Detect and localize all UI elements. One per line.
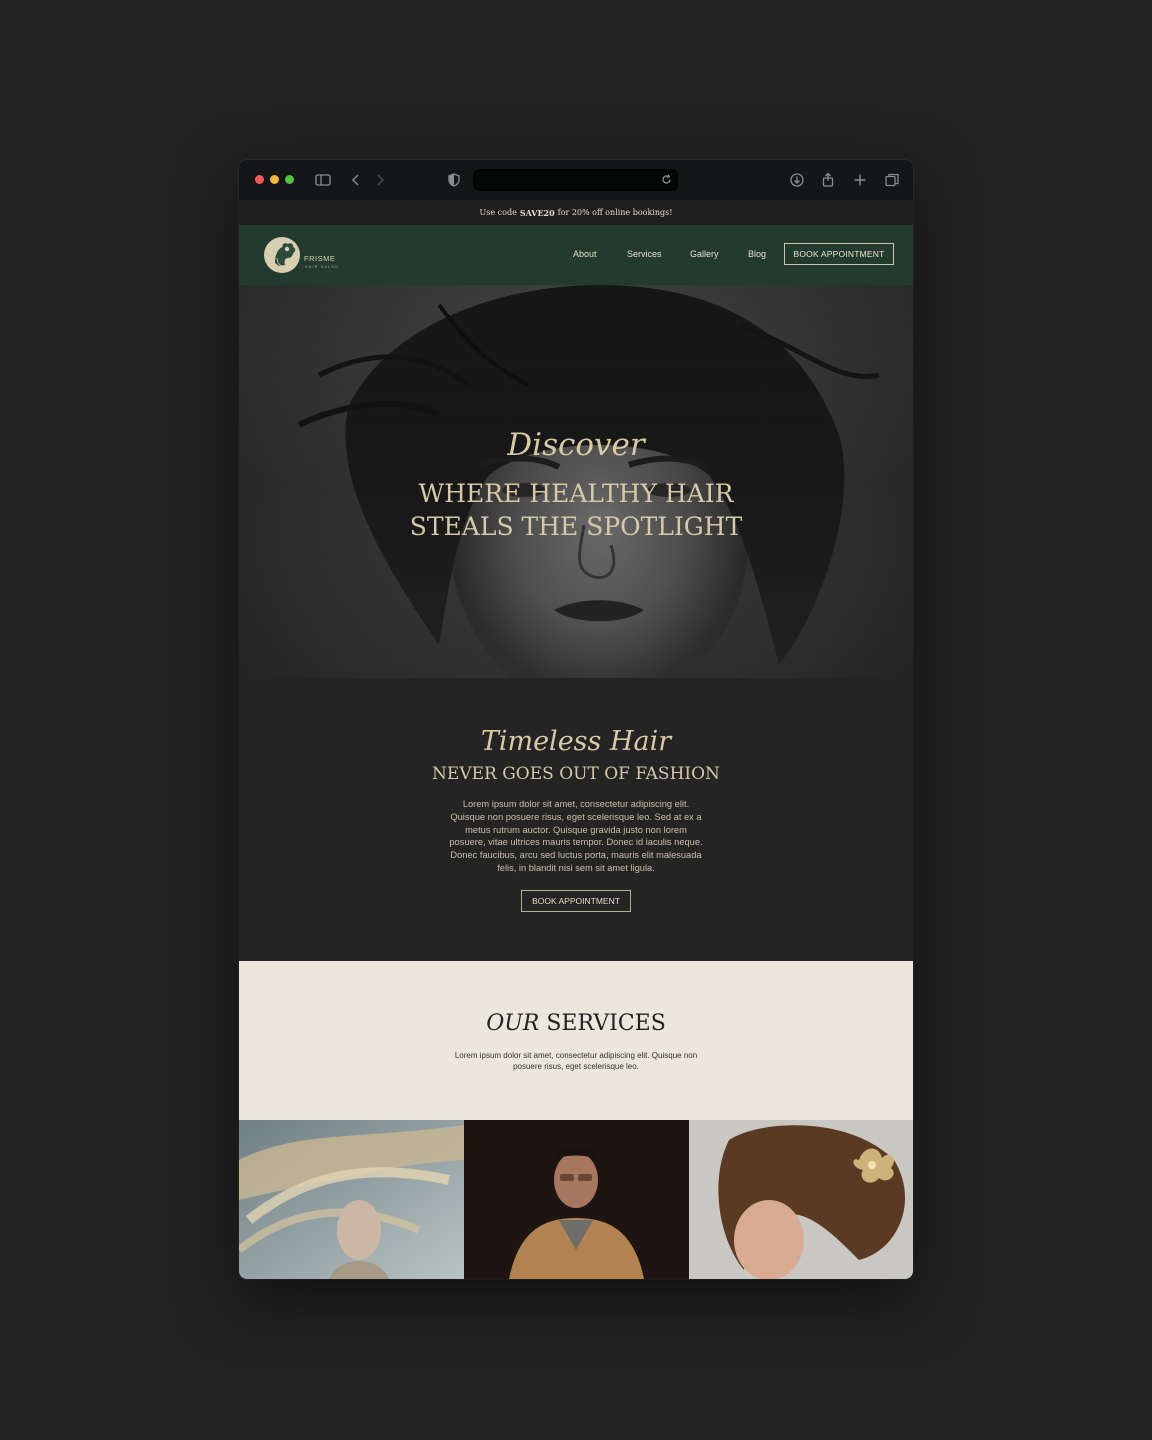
tab-overview-icon[interactable] [883,171,901,189]
hero-title: WHERE HEALTHY HAIR STEALS THE SPOTLIGHT [239,477,913,543]
intro-title: NEVER GOES OUT OF FASHION [432,764,720,784]
services-title-rest: SERVICES [546,1011,666,1036]
services-body-text: Lorem ipsum dolor sit amet, consectetur … [454,1051,698,1071]
browser-window: Use code SAVE20 for 20% off online booki… [239,160,913,1279]
download-icon[interactable] [788,171,806,189]
promo-suffix: for 20% off online bookings! [557,208,673,217]
promo-code: SAVE20 [519,207,555,218]
services-title: OUR SERVICES [239,1011,913,1036]
services-title-italic: OUR [486,1011,540,1036]
nav-link-gallery[interactable]: Gallery [690,249,719,259]
hero-title-line-1: WHERE HEALTHY HAIR [418,479,734,508]
back-icon[interactable] [347,171,365,189]
book-appointment-button[interactable]: BOOK APPOINTMENT [784,243,894,265]
promo-prefix: Use code [479,208,517,217]
close-window-button[interactable] [255,175,264,184]
share-icon[interactable] [819,171,837,189]
hero-script-heading: Discover [507,427,645,463]
forward-icon[interactable] [371,171,389,189]
new-tab-icon[interactable] [851,171,869,189]
gallery-image-man-portrait[interactable] [464,1120,689,1279]
reload-icon[interactable] [659,172,674,187]
nav-link-about[interactable]: About [573,249,597,259]
shield-icon[interactable] [445,171,463,189]
services-gallery [239,1120,913,1279]
site-header: FRISME HAIR SALON About Services Gallery… [239,225,913,285]
address-bar[interactable] [473,169,678,191]
maximize-window-button[interactable] [285,175,294,184]
nav-link-services[interactable]: Services [627,249,662,259]
browser-toolbar [239,160,913,201]
salon-logo-icon[interactable] [263,236,301,274]
intro-section: Timeless Hair NEVER GOES OUT OF FASHION … [239,678,913,961]
brand-name: FRISME [304,254,336,263]
intro-script-heading: Timeless Hair [480,726,672,757]
hero-title-line-2: STEALS THE SPOTLIGHT [409,512,743,541]
services-section: OUR SERVICES Lorem ipsum dolor sit amet,… [239,961,913,1120]
gallery-image-blonde-hair[interactable] [239,1120,464,1279]
minimize-window-button[interactable] [270,175,279,184]
gallery-image-updo-hairstyle[interactable] [689,1120,913,1279]
intro-book-appointment-button[interactable]: BOOK APPOINTMENT [521,890,631,912]
promo-banner: Use code SAVE20 for 20% off online booki… [239,200,913,225]
hero-section: Discover WHERE HEALTHY HAIR STEALS THE S… [239,285,913,678]
nav-link-blog[interactable]: Blog [748,249,766,259]
intro-body-text: Lorem ipsum dolor sit amet, consectetur … [449,799,703,873]
brand-tagline: HAIR SALON [305,265,340,269]
sidebar-toggle-icon[interactable] [314,171,332,189]
